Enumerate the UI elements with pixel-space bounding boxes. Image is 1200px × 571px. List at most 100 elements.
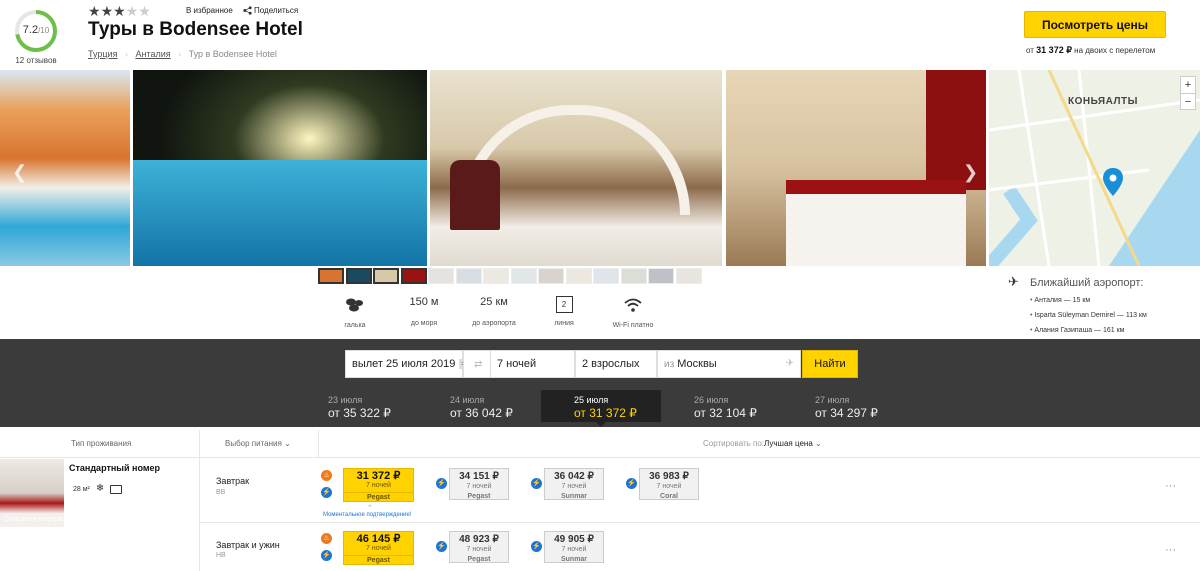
date-option[interactable]: 23 июля от 35 322 ₽ — [328, 395, 438, 421]
offer-operator: Pegast — [467, 556, 491, 563]
column-room-type: Тип проживания — [71, 439, 132, 448]
feature-label: Wi-Fi платно — [612, 322, 654, 329]
lobby-chair — [450, 160, 500, 230]
room-name[interactable]: Стандартный номер — [69, 463, 160, 473]
gallery-photo-pool[interactable] — [133, 70, 427, 266]
star-filled-icon: ★ — [100, 3, 114, 19]
offer-price: 34 151 ₽ — [459, 471, 499, 482]
gallery-thumbnail[interactable] — [345, 268, 372, 284]
instant-confirm-icon: ⚡ — [531, 478, 542, 489]
airport-item: Алания Газипаша — 161 км — [1030, 323, 1147, 338]
snowflake-icon: ❄ — [95, 483, 105, 494]
gallery-thumbnail[interactable] — [593, 268, 619, 284]
offer-price: 36 042 ₽ — [554, 471, 594, 482]
room-description-link[interactable]: Описание номера — [4, 516, 62, 523]
best-offer-button[interactable]: 46 145 ₽7 ночей Pegast — [343, 531, 414, 565]
gallery-thumbnail[interactable] — [510, 268, 537, 284]
instant-confirm-icon: ⚡ — [321, 550, 332, 561]
breadcrumb-current: Тур в Bodensee Hotel — [188, 49, 277, 59]
feature-wifi: Wi-Fi платно — [608, 296, 658, 329]
gallery-thumbnail[interactable] — [620, 268, 647, 284]
find-button[interactable]: Найти — [802, 350, 858, 378]
breadcrumb: Турция › Анталия › Тур в Bodensee Hotel — [88, 49, 277, 59]
pool-water — [133, 160, 427, 266]
map-zoom-in-button[interactable]: + — [1181, 77, 1195, 94]
map-zoom-control: + − — [1180, 76, 1196, 110]
meal-filter[interactable]: Выбор питания ⌄ — [225, 430, 291, 457]
sort-control[interactable]: Сортировать по:Лучшая цена ⌄ — [703, 430, 822, 457]
gallery-thumbnail[interactable] — [675, 268, 702, 284]
offer-nights: 7 ночей — [466, 483, 492, 490]
share-link[interactable]: Поделиться — [254, 6, 298, 15]
gallery-next-icon[interactable]: ❯ — [963, 162, 978, 183]
departure-date-field[interactable]: вылет 25 июля 2019±2 — [345, 350, 472, 378]
favorite-link[interactable]: В избранное — [186, 6, 233, 15]
view-prices-button[interactable]: Посмотреть цены — [1024, 11, 1166, 38]
date-option[interactable]: 26 июля от 32 104 ₽ — [694, 395, 804, 421]
star-empty-icon: ★ — [138, 3, 151, 19]
offer-operator: Pegast — [344, 492, 413, 503]
hot-offer-icon: ♨ — [321, 533, 332, 544]
best-offer-button[interactable]: 31 372 ₽7 ночей Pegast — [343, 468, 414, 502]
offer-operator: Sunmar — [560, 493, 588, 500]
offer-button[interactable]: 36 042 ₽7 ночей Sunmar — [544, 468, 604, 500]
star-filled-icon: ★ — [88, 3, 101, 19]
breadcrumb-country[interactable]: Турция — [88, 49, 117, 59]
date-option[interactable]: 27 июля от 34 297 ₽ — [815, 395, 925, 421]
adults-select[interactable]: 2 взрослых — [575, 350, 657, 378]
gallery-thumbnail[interactable] — [318, 268, 344, 284]
offer-nights: 7 ночей — [656, 483, 682, 490]
gallery-thumbnail[interactable] — [565, 268, 592, 284]
instant-confirm-icon: ⚡ — [321, 487, 332, 498]
feature-value: 150 м — [409, 296, 439, 308]
offer-button[interactable]: 34 151 ₽7 ночей Pegast — [449, 468, 509, 500]
gallery-thumbnail[interactable] — [648, 268, 674, 284]
gallery-thumbnail[interactable] — [538, 268, 564, 284]
offer-button[interactable]: 49 905 ₽7 ночей Sunmar — [544, 531, 604, 563]
feature-value: 25 км — [480, 296, 508, 308]
offer-nights: 7 ночей — [366, 545, 391, 552]
chevron-down-icon: ⌄ — [284, 439, 291, 448]
reviews-link[interactable]: 12 отзывов — [8, 56, 64, 65]
map-pin-icon[interactable] — [1103, 168, 1123, 196]
offer-button[interactable]: 48 923 ₽7 ночей Pegast — [449, 531, 509, 563]
gallery-thumbnail[interactable] — [400, 268, 427, 284]
airplane-icon: ✈ — [1008, 274, 1019, 289]
more-offers-button[interactable]: ··· — [1165, 544, 1176, 556]
gallery-thumbnail[interactable] — [428, 268, 454, 284]
offer-button[interactable]: 36 983 ₽7 ночей Coral — [639, 468, 699, 500]
date-option-selected[interactable]: 25 июля от 31 372 ₽ — [541, 390, 661, 422]
gallery-thumbnail[interactable] — [373, 268, 399, 284]
hot-offer-icon: ♨ — [321, 470, 332, 481]
share-icon — [243, 6, 252, 15]
rating-score: 7.2/10 — [22, 24, 50, 36]
divider — [0, 457, 1200, 458]
nearest-airport-title: Ближайший аэропорт: — [1030, 277, 1144, 289]
departure-city-field[interactable]: из Москвы ✈ — [657, 350, 801, 378]
instant-confirm-icon: ⚡ — [436, 541, 447, 552]
gallery-photo-room[interactable] — [726, 70, 986, 266]
feature-line: 2 линия — [550, 296, 578, 327]
nights-select[interactable]: 7 ночей — [490, 350, 575, 378]
gallery-thumbnail[interactable] — [483, 268, 509, 284]
meal-code: BB — [216, 489, 226, 496]
divider — [318, 430, 319, 457]
divider — [199, 430, 200, 571]
map-zoom-out-button[interactable]: − — [1181, 94, 1195, 110]
offer-price: 48 923 ₽ — [459, 534, 499, 545]
price-note: от 31 372 ₽ на двоих с перелетом — [1026, 45, 1156, 55]
offer-price: 49 905 ₽ — [554, 534, 594, 545]
gallery-thumbnail[interactable] — [455, 268, 482, 284]
airport-item: Анталия — 15 км — [1030, 293, 1147, 308]
offer-operator: Pegast — [344, 555, 413, 566]
star-empty-icon: ★ — [125, 3, 139, 19]
more-offers-button[interactable]: ··· — [1165, 480, 1176, 492]
feature-beach: галька — [335, 296, 375, 329]
instant-confirm-icon: ⚡ — [531, 541, 542, 552]
gallery-photo-lobby[interactable] — [430, 70, 722, 266]
breadcrumb-region[interactable]: Анталия — [135, 49, 170, 59]
meal-name: Завтрак — [216, 476, 250, 486]
breadcrumb-separator: › — [124, 49, 128, 59]
gallery-prev-icon[interactable]: ❮ — [12, 162, 27, 183]
chevron-up-icon: ⌃ — [367, 505, 373, 512]
